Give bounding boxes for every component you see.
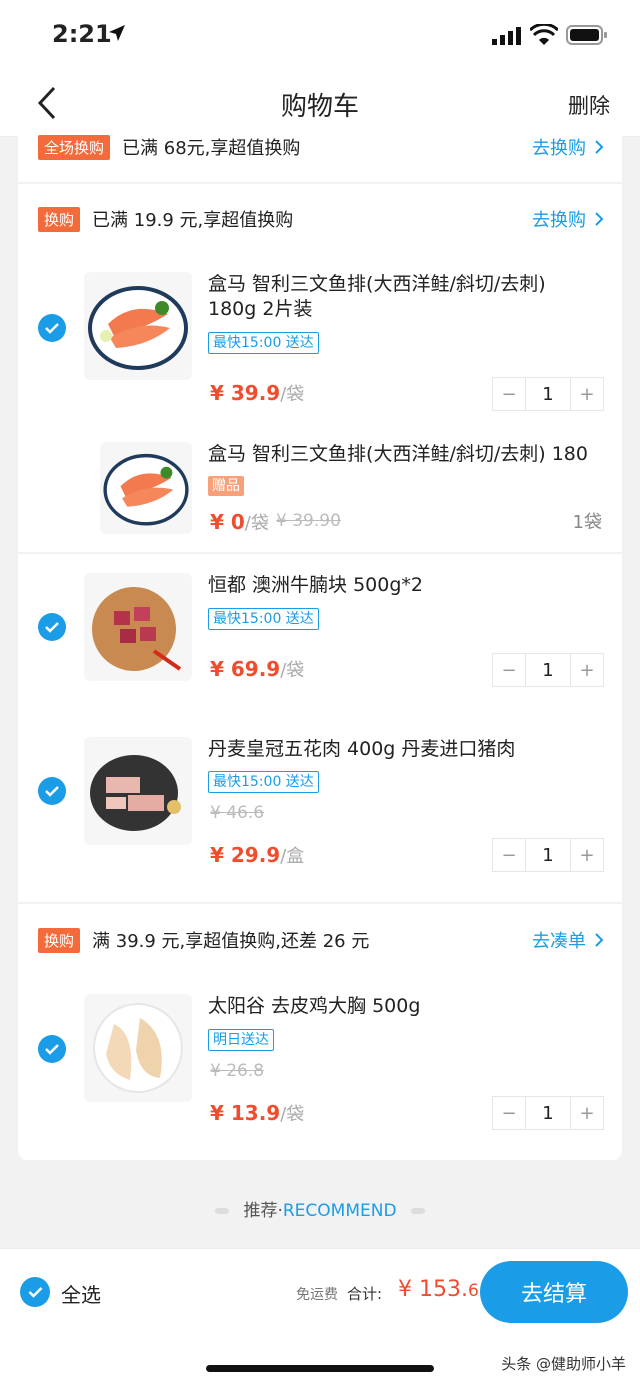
product-price: ¥ 29.9/盒 [210,843,305,867]
chevron-right-icon [595,140,604,154]
product-image-gift[interactable] [100,442,192,534]
promo-tag: 全场换购 [38,134,111,160]
check-icon [28,1287,42,1298]
product-name[interactable]: 太阳谷 去皮鸡大胸 500g [208,994,588,1019]
quantity-stepper[interactable]: − 1 + [492,838,604,872]
quantity-value[interactable]: 1 [525,378,571,410]
promo-link-label: 去换购 [532,138,586,159]
delivery-badge: 最快15:00 送达 [208,771,319,793]
gift-product-name[interactable]: 盒马 智利三文鱼排(大西洋鲑/斜切/去刺) 180 [208,442,604,467]
group-tag: 换购 [38,927,81,953]
plus-button[interactable]: + [571,654,603,686]
minus-button[interactable]: − [493,378,525,410]
gift-price: ¥ 0/袋 [210,510,269,534]
quantity-value[interactable]: 1 [525,1097,571,1129]
product-image-pork[interactable] [84,737,192,845]
page-title: 购物车 [280,92,359,122]
signal-icon [492,27,521,45]
select-all-checkbox[interactable] [20,1277,50,1307]
item-checkbox[interactable] [38,1035,66,1063]
recommend-label-cn: 推荐· [243,1201,283,1221]
delivery-badge: 最快15:00 送达 [208,608,319,630]
delivery-badge: 明日送达 [208,1029,274,1051]
gift-quantity: 1袋 [572,512,602,533]
plus-button[interactable]: + [571,1097,603,1129]
product-image-chicken[interactable] [84,994,192,1102]
minus-button[interactable]: − [493,654,525,686]
product-name[interactable]: 盒马 智利三文鱼排(大西洋鲑/斜切/去刺) 180g 2片装 [208,272,588,322]
group-promo-link-label: 去凑单 [532,931,586,952]
wifi-icon [530,24,558,45]
quantity-value[interactable]: 1 [525,654,571,686]
quantity-stepper[interactable]: − 1 + [492,1096,604,1130]
group-promo-link[interactable]: 去换购 [532,206,604,232]
free-shipping-label: 免运费 [296,1287,338,1303]
minus-button[interactable]: − [493,839,525,871]
quantity-value[interactable]: 1 [525,839,571,871]
checkout-bar: 全选 免运费 合计: ¥ 153.6 去结算 头条 @健助师小羊 [0,1248,640,1386]
total-label: 合计: [347,1285,383,1303]
product-price: ¥ 69.9/袋 [210,657,305,681]
plus-button[interactable]: + [571,378,603,410]
promo-text: 已满 68元,享超值换购 [122,138,301,159]
group-tag: 换购 [38,206,81,232]
battery-icon [566,25,607,45]
gift-old-price: ¥ 39.90 [276,511,341,531]
group-promo-link-label: 去换购 [532,210,586,231]
promo-link[interactable]: 去换购 [532,134,604,160]
plus-button[interactable]: + [571,839,603,871]
quantity-stepper[interactable]: − 1 + [492,653,604,687]
check-icon [45,622,59,633]
gift-badge: 赠品 [208,476,244,496]
status-bar: 2:21 [0,0,640,70]
select-all-label[interactable]: 全选 [61,1279,101,1308]
chevron-right-icon [595,212,604,226]
checkout-button[interactable]: 去结算 [480,1261,628,1323]
watermark: 头条 @健助师小羊 [501,1355,626,1373]
product-name[interactable]: 恒都 澳洲牛腩块 500g*2 [208,573,588,598]
old-price: ¥ 46.6 [210,803,265,823]
group-promo-text: 满 39.9 元,享超值换购,还差 26 元 [92,931,370,952]
delivery-badge: 最快15:00 送达 [208,332,319,354]
quantity-stepper[interactable]: − 1 + [492,377,604,411]
home-indicator [206,1365,434,1372]
location-arrow-icon [109,25,125,41]
product-image-salmon[interactable] [84,272,192,380]
check-icon [45,323,59,334]
promo-card-top: 全场换购 已满 68元,享超值换购 去换购 [18,134,622,182]
item-checkbox[interactable] [38,613,66,641]
item-checkbox[interactable] [38,777,66,805]
item-checkbox[interactable] [38,314,66,342]
status-time: 2:21 [52,20,112,48]
minus-button[interactable]: − [493,1097,525,1129]
group-promo-link[interactable]: 去凑单 [532,927,604,953]
recommend-heading: 推荐·RECOMMEND [0,1196,640,1221]
cart-card: 换购 已满 19.9 元,享超值换购 去换购 盒马 智利三文鱼排(大西洋鲑/斜切… [18,184,622,1160]
recommend-label-en: RECOMMEND [282,1201,397,1221]
total-amount: ¥ 153.6 [398,1277,479,1302]
product-price: ¥ 39.9/袋 [210,381,305,405]
product-name[interactable]: 丹麦皇冠五花肉 400g 丹麦进口猪肉 [208,737,588,762]
nav-bar: 购物车 删除 [0,70,640,137]
old-price: ¥ 26.8 [210,1061,265,1081]
chevron-right-icon [595,933,604,947]
product-image-beef[interactable] [84,573,192,681]
check-icon [45,786,59,797]
delete-button[interactable]: 删除 [568,90,610,120]
product-price: ¥ 13.9/袋 [210,1101,305,1125]
check-icon [45,1044,59,1055]
group-promo-text: 已满 19.9 元,享超值换购 [92,210,294,231]
